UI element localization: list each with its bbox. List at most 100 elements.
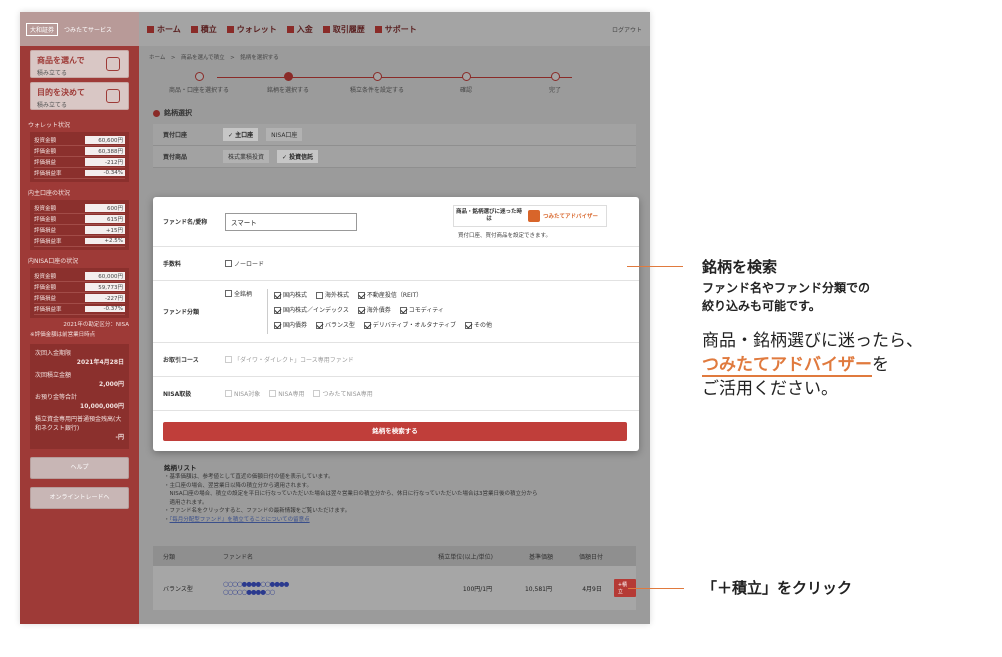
callout-advisor: 商品・銘柄選びに迷ったら、 つみたてアドバイザーを ご活用ください。 xyxy=(702,329,923,401)
checkbox-box xyxy=(225,355,232,363)
checkbox-label: 海外債券 xyxy=(366,307,391,314)
wallet-icon xyxy=(226,25,234,33)
stat-label: 評価損益 xyxy=(34,160,57,166)
wallet-status-title: ウォレット状況 xyxy=(28,122,71,129)
checkbox-label: 国内債券 xyxy=(283,322,308,329)
nav-home[interactable]: ホーム xyxy=(147,24,181,35)
choose-product-card[interactable]: 商品を選んで 積み立てる xyxy=(30,50,129,78)
table-row: バランス型 ○○○○●●●●○○●●●● ○○○○○●●●●○○ 100円/1円… xyxy=(153,566,637,610)
help-button[interactable]: ヘルプ xyxy=(30,457,129,479)
nav-support[interactable]: サポート xyxy=(374,24,417,35)
stat-row: 評価損益率 +2.5% xyxy=(34,236,125,247)
stat-value: 600円 xyxy=(85,204,125,212)
note-line: ・ファンド名をクリックすると、ファンドの最新情報をご覧いただけます。 xyxy=(164,508,351,515)
cell-date: 4月9日 xyxy=(582,585,602,593)
callout-subtitle: ファンド名やファンド分類での 絞り込みも可能です。 xyxy=(702,279,870,315)
note-line: NISA口座の場合、積立の設定を平日に行なっていただいた場合は翌々営業日の積立分… xyxy=(164,491,538,498)
deposit-total-value: 10,000,000円 xyxy=(80,403,124,410)
tsumitate-nisa-checkbox[interactable]: つみたてNISA専用 xyxy=(313,389,373,398)
option-nisa-account[interactable]: NISA口座 xyxy=(266,128,303,141)
nav-deposit[interactable]: 入金 xyxy=(286,24,313,35)
callout-sub-line: 絞り込みも可能です。 xyxy=(702,299,821,313)
option-label: 主口座 xyxy=(235,132,254,139)
option-stock[interactable]: 株式業積投資 xyxy=(223,150,270,163)
search-button[interactable]: 銘柄を検索する xyxy=(163,422,627,441)
step-label: 完了 xyxy=(548,87,561,94)
no-load-checkbox[interactable]: ノーロード xyxy=(225,259,264,268)
stat-row: 評価金額 615円 xyxy=(34,214,125,225)
cell-category: バランス型 xyxy=(163,585,193,593)
deposit-total-label: お預り金等合計 xyxy=(35,394,78,401)
stat-label: 評価金額 xyxy=(34,285,57,291)
stat-row: 評価損益率 -0.37% xyxy=(34,304,125,315)
monthly-dividend-link[interactable]: 『毎月分配型ファンド』を積立てることについての留意点 xyxy=(170,517,310,523)
stat-label: 評価金額 xyxy=(34,217,57,223)
next-amount-value: 2,000円 xyxy=(99,381,124,388)
sidebar: 大和証券 つみたてサービス 商品を選んで 積み立てる 目的を決めて 積み立てる … xyxy=(20,12,139,624)
checkbox-box xyxy=(274,322,282,329)
domestic-status-box: 投資金額 600円 評価金額 615円 評価損益 +15円 評価損益率 +2.5% xyxy=(30,200,129,250)
stat-value: -227円 xyxy=(85,294,125,302)
course-checkbox[interactable]: 「ダイワ・ダイレクト」コース専用ファンド xyxy=(225,355,354,364)
category-checkbox[interactable]: 海外株式 xyxy=(315,289,349,302)
checkbox-label: 「ダイワ・ダイレクト」コース専用ファンド xyxy=(234,356,354,364)
checkbox-label: 不動産投信（REIT） xyxy=(366,292,423,299)
cell-price: 10,581円 xyxy=(524,585,552,593)
checkbox-box xyxy=(225,389,232,397)
all-funds-checkbox[interactable]: 全銘柄 xyxy=(225,289,252,298)
callout-line xyxy=(627,266,683,267)
logout-link[interactable]: ログアウト xyxy=(612,25,642,34)
option-main-account[interactable]: ✓ 主口座 xyxy=(223,128,259,141)
category-checkbox[interactable]: コモディティ xyxy=(399,304,444,317)
nav-wallet[interactable]: ウォレット xyxy=(226,24,277,35)
checkbox-label: NISA対象 xyxy=(234,390,261,398)
col-category: 分類 xyxy=(163,553,176,561)
category-checkbox[interactable]: 国内債券 xyxy=(274,319,307,332)
deposit-icon xyxy=(286,25,294,33)
callout-line-3: ご活用ください。 xyxy=(702,379,838,399)
stat-row: 評価金額 60,388円 xyxy=(34,146,125,157)
bank-balance-label: 積立資金専用円普通預金残高(大和ネクスト銀行) xyxy=(35,416,122,432)
top-nav: ホーム 積立 ウォレット 入金 取引履歴 サポート ログアウト xyxy=(139,12,650,46)
advisor-banner[interactable]: 商品・銘柄選びに迷った時は つみたてアドバイザー xyxy=(453,205,607,227)
stat-label: 評価損益率 xyxy=(34,307,62,313)
stat-row: 投資金額 600円 xyxy=(34,203,125,214)
note-line: ・主口座の場合、翌営業日以降の積立分から適用されます。 xyxy=(164,482,312,489)
stat-row: 評価金額 59,773円 xyxy=(34,282,125,293)
advisor-name: つみたてアドバイザー xyxy=(543,214,599,220)
stat-label: 評価損益 xyxy=(34,296,57,302)
checkbox-box xyxy=(315,292,323,299)
category-checkbox[interactable]: 国内株式 xyxy=(274,289,307,302)
step-dot xyxy=(461,72,471,81)
category-checkbox[interactable]: バランス型 xyxy=(315,319,355,332)
stat-value: +2.5% xyxy=(85,238,125,244)
logo[interactable]: 大和証券 つみたてサービス xyxy=(20,12,139,46)
online-trade-button[interactable]: オンライントレードへ xyxy=(30,487,129,509)
step-dot xyxy=(550,72,560,81)
section-heading: 銘柄選択 xyxy=(139,104,650,122)
step-2: 銘柄を選択する xyxy=(248,72,328,94)
stat-value: 615円 xyxy=(85,215,125,223)
nav-history[interactable]: 取引履歴 xyxy=(322,24,365,35)
option-fund[interactable]: ✓ 投資信託 xyxy=(277,150,319,163)
checkbox-label: バランス型 xyxy=(324,322,355,329)
callout-line-1: 商品・銘柄選びに迷ったら、 xyxy=(702,331,923,351)
fund-name-line: ○○○○○●●●●○○ xyxy=(222,588,275,596)
book-icon xyxy=(374,25,382,33)
fund-name-line: ○○○○●●●●○○●●●● xyxy=(222,580,289,588)
checkbox-label: その他 xyxy=(473,322,492,329)
logo-tsumitate: つみたてサービス xyxy=(64,26,113,34)
product-label: 買付商品 xyxy=(163,154,188,161)
category-checkbox[interactable]: 国内株式／インデックス xyxy=(274,304,349,317)
cell-fund-name[interactable]: ○○○○●●●●○○●●●● ○○○○○●●●●○○ xyxy=(223,580,383,596)
nav-label: 取引履歴 xyxy=(332,24,365,34)
category-checkbox[interactable]: 不動産投信（REIT） xyxy=(357,289,423,302)
category-checkbox[interactable]: デリバティブ・オルタナティブ xyxy=(363,319,456,332)
choose-goal-card[interactable]: 目的を決めて 積み立てる xyxy=(30,82,129,110)
fund-name-input[interactable] xyxy=(225,212,357,231)
nisa-only-checkbox[interactable]: NISA専用 xyxy=(269,389,305,398)
nisa-target-checkbox[interactable]: NISA対象 xyxy=(225,389,260,398)
nav-tsumitate[interactable]: 積立 xyxy=(190,24,217,35)
category-checkbox[interactable]: 海外債券 xyxy=(357,304,391,317)
category-checkbox[interactable]: その他 xyxy=(464,319,492,332)
